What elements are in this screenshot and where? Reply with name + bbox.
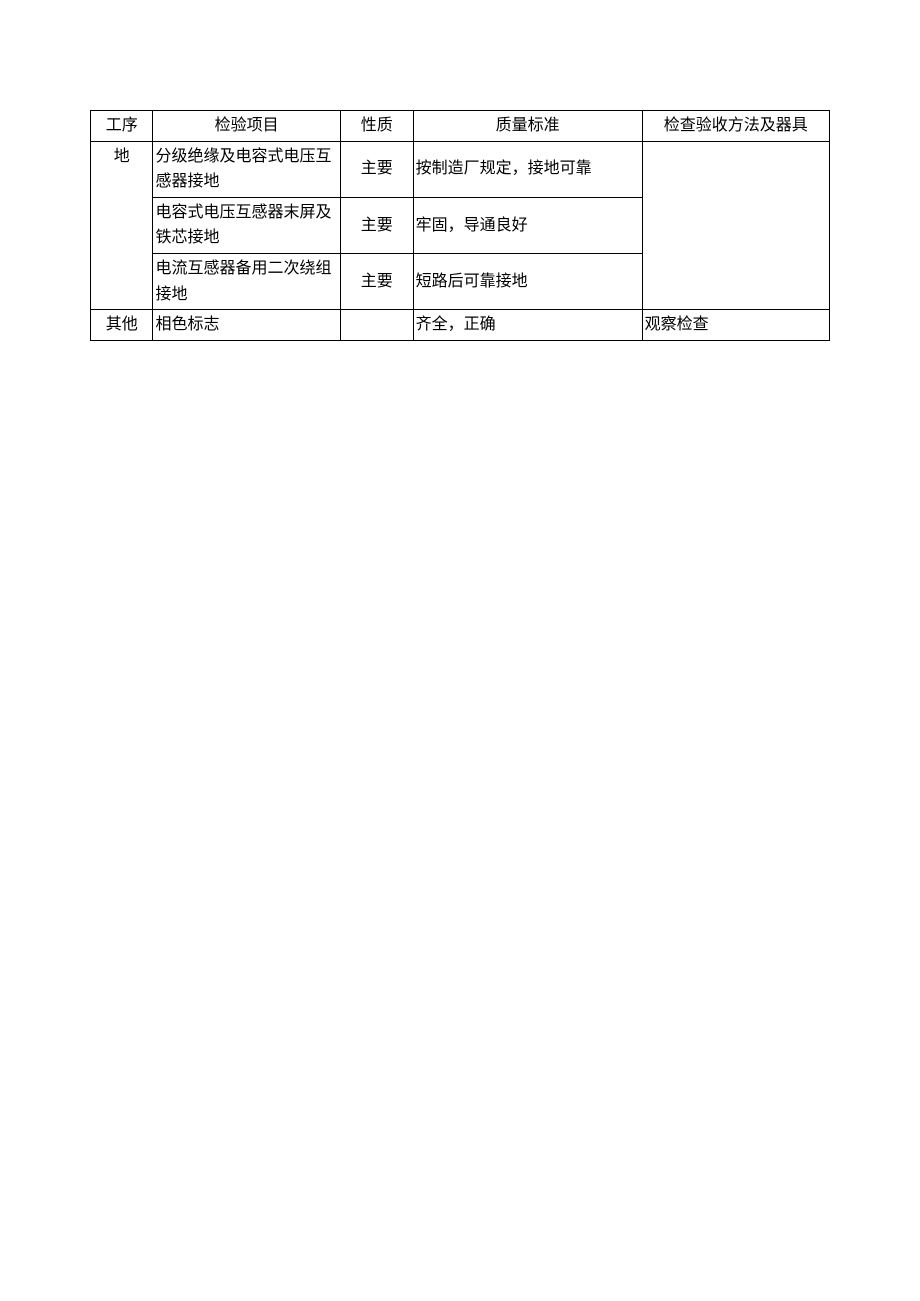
header-col3: 性质 (340, 111, 413, 142)
header-col2: 检验项目 (153, 111, 340, 142)
cell-process: 其他 (91, 310, 153, 341)
cell-nature (340, 310, 413, 341)
cell-standard: 牢固，导通良好 (413, 197, 642, 253)
cell-item: 电流互感器备用二次绕组接地 (153, 253, 340, 309)
inspection-table: 工序 检验项目 性质 质量标准 检查验收方法及器具 地 分级绝缘及电容式电压互感… (90, 110, 830, 341)
cell-standard: 按制造厂规定，接地可靠 (413, 141, 642, 197)
header-col1: 工序 (91, 111, 153, 142)
cell-nature: 主要 (340, 197, 413, 253)
document-page: 工序 检验项目 性质 质量标准 检查验收方法及器具 地 分级绝缘及电容式电压互感… (0, 0, 920, 341)
header-col4: 质量标准 (413, 111, 642, 142)
table-row: 其他 相色标志 齐全，正确 观察检查 (91, 310, 830, 341)
cell-process: 地 (91, 141, 153, 310)
cell-item: 相色标志 (153, 310, 340, 341)
header-col5: 检查验收方法及器具 (642, 111, 829, 142)
cell-item: 分级绝缘及电容式电压互感器接地 (153, 141, 340, 197)
table-header-row: 工序 检验项目 性质 质量标准 检查验收方法及器具 (91, 111, 830, 142)
cell-nature: 主要 (340, 141, 413, 197)
cell-nature: 主要 (340, 253, 413, 309)
cell-method: 观察检查 (642, 310, 829, 341)
cell-method (642, 141, 829, 310)
table-row: 地 分级绝缘及电容式电压互感器接地 主要 按制造厂规定，接地可靠 (91, 141, 830, 197)
cell-standard: 齐全，正确 (413, 310, 642, 341)
cell-item: 电容式电压互感器末屏及铁芯接地 (153, 197, 340, 253)
cell-standard: 短路后可靠接地 (413, 253, 642, 309)
